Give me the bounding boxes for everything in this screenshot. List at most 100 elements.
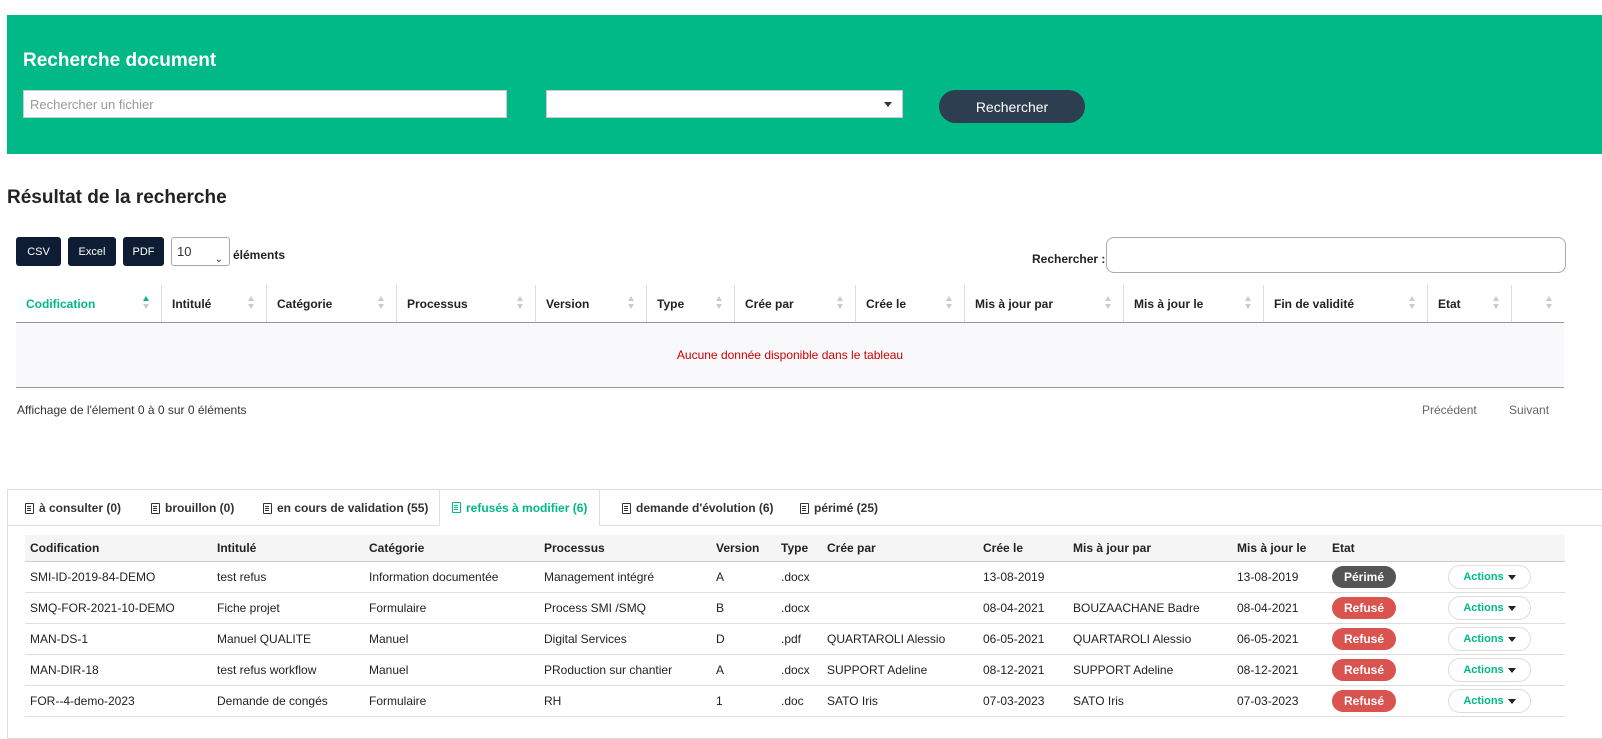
status-badge: Refusé [1332, 659, 1397, 681]
column-label: Mis à jour par [975, 296, 1054, 311]
page-title: Recherche document [23, 50, 217, 71]
actions-label: Actions [1463, 571, 1504, 583]
category-select[interactable] [546, 90, 903, 118]
column-header[interactable]: Mis à jour le [1124, 285, 1264, 322]
cell-cree-le: 07-03-2023 [983, 694, 1045, 708]
page-length-label: éléments [233, 248, 286, 262]
column-label: Crée le [866, 296, 907, 311]
tab-brouillon[interactable]: brouillon (0) [151, 490, 234, 526]
tab-a-consulter[interactable]: à consulter (0) [25, 490, 121, 526]
column-header: Codification [30, 541, 100, 555]
actions-label: Actions [1463, 664, 1504, 676]
sort-icon [1105, 296, 1113, 310]
column-header: Crée par [827, 541, 876, 555]
column-header: Type [781, 541, 809, 555]
sort-icon [378, 296, 386, 310]
actions-dropdown-button[interactable]: Actions [1448, 565, 1531, 589]
actions-label: Actions [1463, 602, 1504, 614]
column-label: Codification [26, 296, 96, 311]
actions-dropdown-button[interactable]: Actions [1448, 596, 1531, 620]
tab-refuses-a-modifier[interactable]: refusés à modifier (6) [439, 489, 601, 526]
results-table-header: Codification Intitulé Catégorie Processu… [16, 285, 1564, 323]
actions-label: Actions [1463, 695, 1504, 707]
sort-icon [248, 296, 256, 310]
cell-maj-par: BOUZAACHANE Badre [1073, 601, 1200, 615]
sort-icon [946, 296, 954, 310]
column-header[interactable]: Crée par [735, 285, 856, 322]
document-icon [800, 502, 809, 514]
document-icon [263, 502, 272, 514]
table-filter-input[interactable] [1106, 237, 1566, 273]
table-row[interactable]: SMQ-FOR-2021-10-DEMO Fiche projet Formul… [25, 593, 1565, 624]
column-header[interactable]: Mis à jour par [965, 285, 1124, 322]
next-page-button[interactable]: Suivant [1509, 403, 1549, 417]
table-row[interactable]: MAN-DS-1 Manuel QUALITE Manuel Digital S… [25, 624, 1565, 655]
export-pdf-button[interactable]: PDF [123, 237, 164, 266]
column-header[interactable] [1512, 285, 1564, 322]
column-header[interactable]: Fin de validité [1264, 285, 1428, 322]
cell-cree-par: SATO Iris [827, 694, 878, 708]
file-search-input[interactable] [23, 90, 507, 118]
cell-processus: Digital Services [544, 632, 627, 646]
document-icon [452, 502, 461, 513]
table-row[interactable]: SMI-ID-2019-84-DEMO test refus Informati… [25, 562, 1565, 593]
cell-codification: SMQ-FOR-2021-10-DEMO [30, 601, 175, 615]
sort-icon [1409, 296, 1417, 310]
sort-icon [628, 296, 636, 310]
cell-processus: Management intégré [544, 570, 655, 584]
cell-maj-le: 08-04-2021 [1237, 601, 1299, 615]
column-header[interactable]: Codification [16, 285, 162, 322]
cell-intitule: Demande de congés [217, 694, 328, 708]
column-label: Mis à jour le [1134, 296, 1204, 311]
tab-en-cours-de-validation[interactable]: en cours de validation (55) [263, 490, 428, 526]
actions-dropdown-button[interactable]: Actions [1448, 627, 1531, 651]
tab-demande-evolution[interactable]: demande d'évolution (6) [622, 490, 774, 526]
cell-cree-par: SUPPORT Adeline [827, 663, 928, 677]
export-excel-button[interactable]: Excel [68, 237, 116, 266]
column-header[interactable]: Intitulé [162, 285, 267, 322]
tab-label: en cours de validation (55) [277, 501, 429, 515]
cell-maj-le: 08-12-2021 [1237, 663, 1299, 677]
table-row[interactable]: FOR--4-demo-2023 Demande de congés Formu… [25, 686, 1565, 717]
tab-perime[interactable]: périmé (25) [800, 490, 878, 526]
document-icon [622, 502, 631, 514]
table-row[interactable]: MAN-DIR-18 test refus workflow Manuel PR… [25, 655, 1565, 686]
caret-down-icon [1507, 636, 1516, 642]
tab-label: périmé (25) [814, 501, 879, 515]
status-badge: Refusé [1332, 628, 1397, 650]
cell-codification: MAN-DIR-18 [30, 663, 99, 677]
cell-processus: RH [544, 694, 562, 708]
cell-cree-par: QUARTAROLI Alessio [827, 632, 946, 646]
cell-intitule: test refus workflow [217, 663, 317, 677]
tab-label: à consulter (0) [39, 501, 122, 515]
cell-cree-le: 08-04-2021 [983, 601, 1045, 615]
column-label: Type [657, 296, 685, 311]
caret-down-icon [1507, 667, 1516, 673]
column-header: Mis à jour par [1073, 541, 1152, 555]
column-header[interactable]: Catégorie [267, 285, 397, 322]
tab-label: demande d'évolution (6) [636, 501, 774, 515]
sort-icon [1245, 296, 1253, 310]
cell-codification: SMI-ID-2019-84-DEMO [30, 570, 156, 584]
column-header[interactable]: Processus [397, 285, 536, 322]
cell-type: .docx [781, 601, 810, 615]
table-header-row: Codification Intitulé Catégorie Processu… [25, 535, 1565, 562]
page-length-select[interactable]: 10 ⌄ [171, 237, 230, 266]
chevron-down-icon: ⌄ [214, 254, 223, 265]
cell-cree-le: 08-12-2021 [983, 663, 1045, 677]
actions-dropdown-button[interactable]: Actions [1448, 658, 1531, 682]
page-length-value: 10 [177, 244, 192, 259]
tab-label: refusés à modifier (6) [466, 500, 588, 515]
column-header[interactable]: Version [536, 285, 647, 322]
previous-page-button[interactable]: Précédent [1422, 403, 1477, 417]
column-header[interactable]: Type [647, 285, 735, 322]
export-csv-button[interactable]: CSV [16, 237, 61, 266]
sort-icon [716, 296, 724, 310]
column-header[interactable]: Crée le [856, 285, 965, 322]
search-header: Recherche document Rechercher [7, 15, 1602, 154]
actions-dropdown-button[interactable]: Actions [1448, 689, 1531, 713]
column-header[interactable]: Etat [1428, 285, 1512, 322]
sort-icon [837, 296, 845, 310]
search-button[interactable]: Rechercher [939, 90, 1085, 123]
actions-label: Actions [1463, 633, 1504, 645]
